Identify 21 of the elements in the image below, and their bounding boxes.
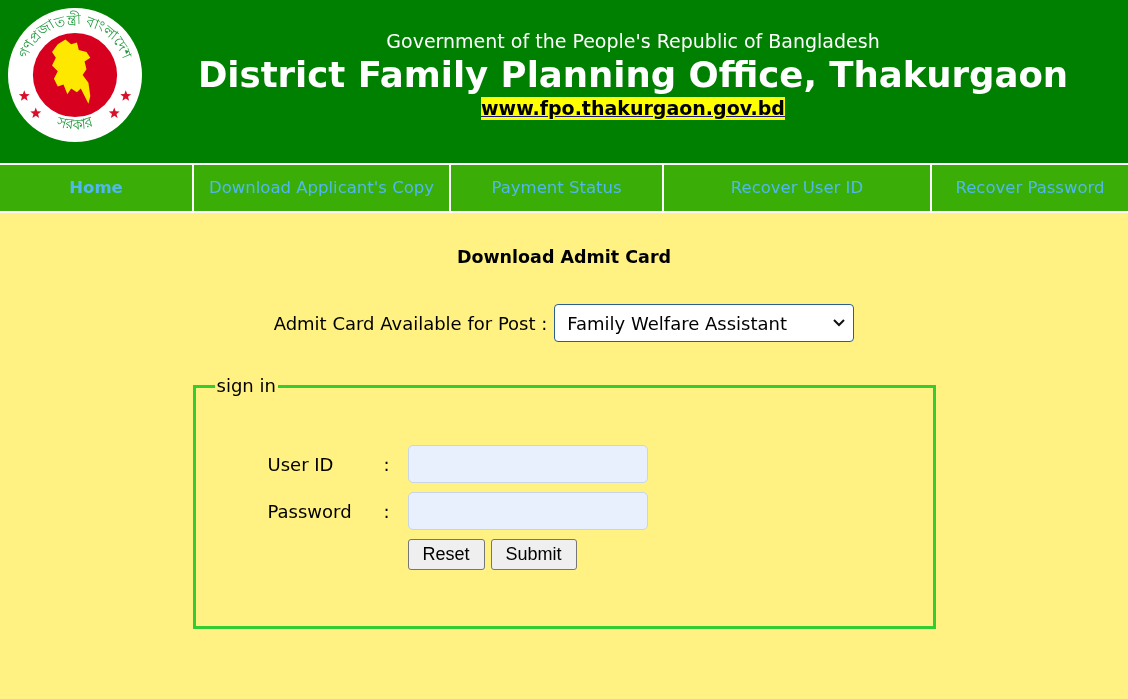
page-heading: Download Admit Card — [456, 246, 672, 268]
chevron-down-icon — [833, 319, 846, 327]
field-label: User ID — [267, 452, 335, 477]
password-field[interactable] — [407, 492, 648, 530]
nav-tab[interactable]: Recover Password — [930, 165, 1128, 211]
nav-tab[interactable]: Payment Status — [449, 165, 662, 211]
nav-tab[interactable]: Home — [0, 165, 192, 211]
post-label: Admit Card Available for Post : — [273, 311, 548, 336]
panel-legend: sign in — [214, 376, 278, 396]
reset-button[interactable]: Reset — [407, 539, 485, 570]
website-link[interactable]: www.fpo.thakurgaon.gov.bd — [481, 97, 785, 120]
colon-separator: : — [383, 452, 391, 477]
submit-button[interactable]: Submit — [490, 539, 577, 570]
nav-tab[interactable]: Download Applicant's Copy — [192, 165, 449, 211]
subtitle-text: Government of the People's Republic of Bangladesh — [386, 29, 880, 53]
field-label: Password — [267, 499, 353, 524]
colon-separator: : — [383, 499, 391, 524]
nav-tab[interactable]: Recover User ID — [662, 165, 930, 211]
post-select[interactable]: Family Welfare Assistant — [554, 304, 855, 342]
user-id-field[interactable] — [407, 445, 648, 483]
office-title: District Family Planning Office, Thakurgaon — [197, 53, 1069, 97]
